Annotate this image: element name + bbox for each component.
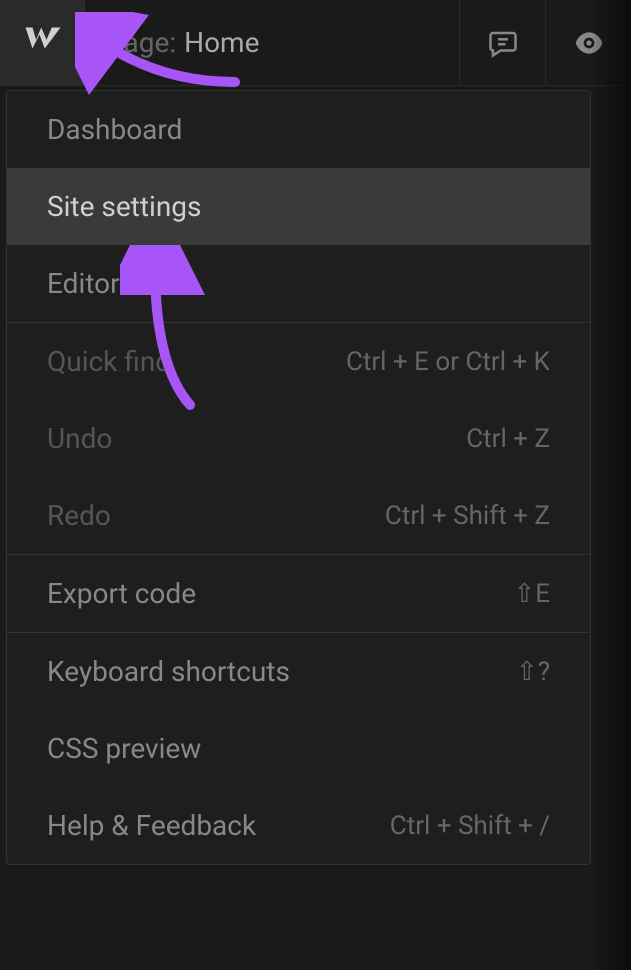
menu-item-editor[interactable]: Editor <box>7 245 590 322</box>
menu-item-label: CSS preview <box>47 732 201 765</box>
menu-item-keyboard-shortcuts[interactable]: Keyboard shortcuts ⇧? <box>7 633 590 710</box>
breadcrumb-label: Page: <box>106 26 176 59</box>
comments-button[interactable] <box>459 0 545 86</box>
menu-item-label: Site settings <box>47 190 201 223</box>
menu-item-export-code[interactable]: Export code ⇧E <box>7 555 590 632</box>
menu-item-shortcut: Ctrl + Z <box>466 424 550 454</box>
webflow-logo-icon <box>22 17 64 70</box>
menu-item-label: Export code <box>47 577 196 610</box>
menu-item-css-preview[interactable]: CSS preview <box>7 710 590 787</box>
webflow-logo-button[interactable] <box>0 0 86 86</box>
menu-item-label: Keyboard shortcuts <box>47 655 290 688</box>
menu-item-dashboard[interactable]: Dashboard <box>7 91 590 168</box>
eye-icon <box>573 27 605 59</box>
preview-button[interactable] <box>545 0 631 86</box>
menu-item-label: Dashboard <box>47 113 182 146</box>
right-edge-fade <box>591 0 631 970</box>
menu-item-shortcut: ⇧? <box>516 657 550 687</box>
menu-item-redo[interactable]: Redo Ctrl + Shift + Z <box>7 477 590 554</box>
menu-item-label: Redo <box>47 499 111 532</box>
menu-item-site-settings[interactable]: Site settings <box>7 168 590 245</box>
menu-item-label: Help & Feedback <box>47 809 256 842</box>
top-bar: Page: Home <box>0 0 631 86</box>
menu-item-quick-find[interactable]: Quick find Ctrl + E or Ctrl + K <box>7 323 590 400</box>
menu-item-undo[interactable]: Undo Ctrl + Z <box>7 400 590 477</box>
menu-item-shortcut: Ctrl + Shift + Z <box>385 501 550 531</box>
menu-item-help-feedback[interactable]: Help & Feedback Ctrl + Shift + / <box>7 787 590 864</box>
menu-item-label: Undo <box>47 422 112 455</box>
breadcrumb-value: Home <box>184 26 259 59</box>
main-dropdown-menu: Dashboard Site settings Editor Quick fin… <box>6 90 591 865</box>
menu-item-shortcut: Ctrl + Shift + / <box>390 811 550 841</box>
chat-icon <box>488 28 518 58</box>
menu-item-label: Editor <box>47 267 120 300</box>
menu-item-label: Quick find <box>47 345 171 378</box>
menu-item-shortcut: Ctrl + E or Ctrl + K <box>346 347 550 377</box>
page-breadcrumb[interactable]: Page: Home <box>86 0 459 85</box>
menu-item-shortcut: ⇧E <box>513 579 550 609</box>
